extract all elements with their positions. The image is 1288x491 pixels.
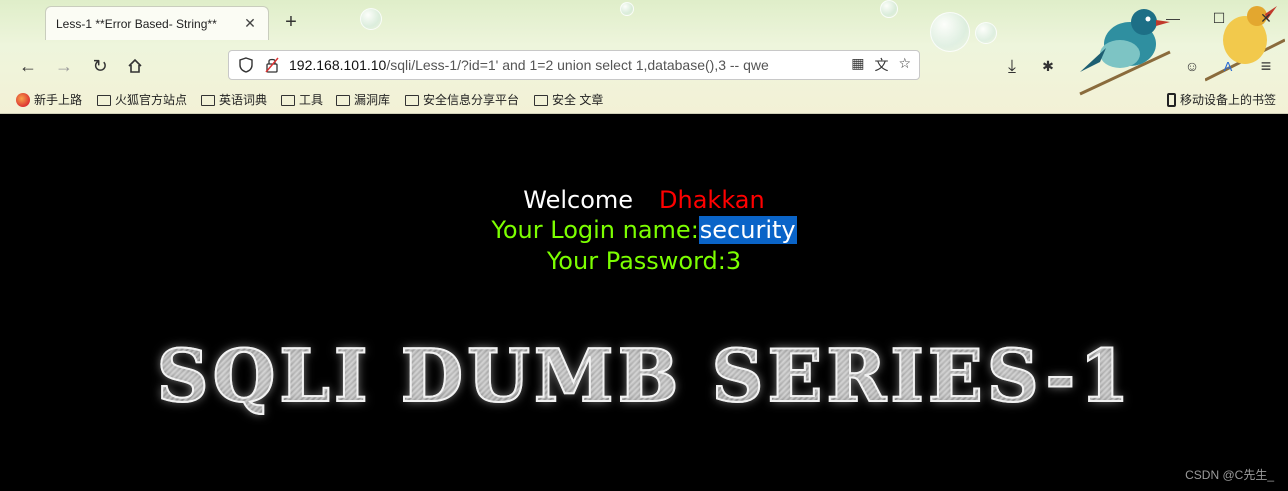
welcome-line: Welcome Dhakkan xyxy=(0,186,1288,214)
password-line: Your Password:3 xyxy=(0,247,1288,275)
bookmark-label: 安全信息分享平台 xyxy=(423,93,520,107)
login-label: Your Login name: xyxy=(491,216,699,244)
mobile-bookmarks[interactable]: 移动设备上的书签 xyxy=(1167,91,1276,108)
page-content: Welcome Dhakkan Your Login name:security … xyxy=(0,114,1288,491)
bookmarks-bar: 新手上路 火狐官方站点 英语词典 工具 漏洞库 安全信息分享平台 安全 文章 移… xyxy=(0,88,1288,110)
bookmark-folder[interactable]: 漏洞库 xyxy=(336,91,390,108)
new-tab-button[interactable]: + xyxy=(281,12,301,32)
forward-icon[interactable]: → xyxy=(52,54,76,78)
bookmark-label: 火狐官方站点 xyxy=(115,93,188,107)
bookmark-item[interactable]: 新手上路 xyxy=(16,91,82,108)
folder-icon xyxy=(336,95,350,106)
welcome-text: Welcome xyxy=(523,186,634,214)
tab-title: Less-1 **Error Based- String** xyxy=(56,16,217,31)
folder-icon xyxy=(97,95,111,106)
bookmark-label: 英语词典 xyxy=(219,93,268,107)
tab-close-icon[interactable]: ✕ xyxy=(242,15,258,32)
translate-icon[interactable]: 文 xyxy=(874,55,888,75)
bookmark-folder[interactable]: 英语词典 xyxy=(201,91,267,108)
address-bar[interactable]: 192.168.101.10/sqli/Less-1/?id=1' and 1=… xyxy=(228,50,920,80)
watermark: CSDN @C先生_ xyxy=(1185,468,1274,482)
bookmark-folder[interactable]: 火狐官方站点 xyxy=(97,91,187,108)
shield-icon[interactable] xyxy=(237,56,255,74)
reload-icon[interactable]: ↻ xyxy=(88,54,112,78)
home-icon[interactable] xyxy=(123,54,147,78)
password-value: 3 xyxy=(725,247,742,275)
folder-icon xyxy=(281,95,295,106)
bookmark-star-icon[interactable]: ☆ xyxy=(898,55,911,75)
back-icon[interactable]: ← xyxy=(16,54,40,78)
password-label: Your Password: xyxy=(546,247,726,275)
bookmark-label: 安全 文章 xyxy=(552,93,604,107)
bookmark-folder[interactable]: 安全 文章 xyxy=(534,91,603,108)
qr-code-icon[interactable]: ▦ xyxy=(851,55,864,75)
url-host: 192.168.101.10 xyxy=(289,57,387,73)
browser-tab[interactable]: Less-1 **Error Based- String** ✕ xyxy=(45,6,269,40)
login-line: Your Login name:security xyxy=(0,216,1288,244)
bookmark-folder[interactable]: 工具 xyxy=(281,91,323,108)
mobile-device-icon xyxy=(1167,92,1176,107)
folder-icon xyxy=(534,95,548,106)
bookmark-label: 工具 xyxy=(299,93,324,107)
series-banner: SQLI DUMB SERIES-1 xyxy=(150,335,1140,417)
bookmark-label: 新手上路 xyxy=(34,93,83,107)
url-text[interactable]: 192.168.101.10/sqli/Less-1/?id=1' and 1=… xyxy=(289,57,851,73)
bookmark-label: 漏洞库 xyxy=(354,93,391,107)
extension-icon[interactable]: ✱ xyxy=(1036,54,1060,78)
folder-icon xyxy=(201,95,215,106)
welcome-name: Dhakkan xyxy=(659,186,765,214)
close-window-button[interactable]: ✕ xyxy=(1256,10,1276,27)
minimize-button[interactable]: — xyxy=(1163,10,1183,26)
address-bar-actions: ▦ 文 ☆ xyxy=(851,55,919,75)
menu-icon[interactable]: ≡ xyxy=(1254,54,1278,78)
url-path: /sqli/Less-1/?id=1' and 1=2 union select… xyxy=(386,57,769,73)
tab-strip: Less-1 **Error Based- String** ✕ + — ☐ ✕ xyxy=(0,0,1288,44)
addon-icon[interactable]: ☺ xyxy=(1180,54,1204,78)
navigation-toolbar: ← → ↻ 192.168.101.10/sqli/Less-1/?id=1' … xyxy=(0,46,1288,86)
insecure-lock-icon[interactable] xyxy=(263,56,281,74)
bookmark-label: 移动设备上的书签 xyxy=(1180,93,1277,107)
firefox-icon xyxy=(16,92,30,107)
login-value: security xyxy=(698,216,797,244)
maximize-button[interactable]: ☐ xyxy=(1209,10,1229,27)
folder-icon xyxy=(405,95,419,106)
download-icon[interactable]: ⤓ xyxy=(1000,54,1024,78)
translate-addon-icon[interactable]: A xyxy=(1216,54,1240,78)
bookmark-folder[interactable]: 安全信息分享平台 xyxy=(405,91,519,108)
browser-chrome: Less-1 **Error Based- String** ✕ + — ☐ ✕… xyxy=(0,0,1288,114)
